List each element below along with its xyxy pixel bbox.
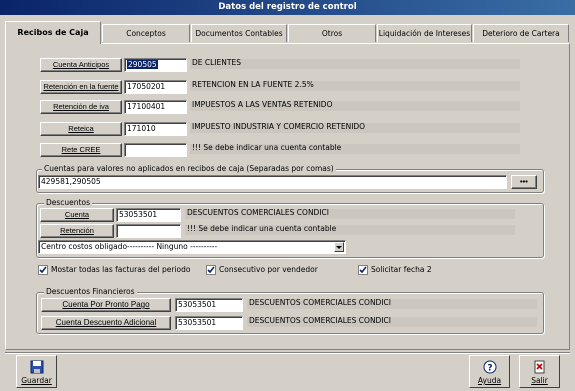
- solicitar-fecha-checkbox[interactable]: [358, 265, 368, 275]
- cuenta-anticipos-value: 290505: [127, 60, 158, 69]
- cuenta-anticipos-desc: DE CLIENTES: [192, 58, 241, 67]
- pronto-pago-desc: DESCUENTOS COMERCIALES CONDICI: [249, 298, 391, 307]
- consecutivo-vendedor-label: Consecutivo por vendedor: [219, 265, 318, 274]
- descuentos-financieros-legend: Descuentos Financieros: [44, 287, 137, 297]
- svg-text:?: ?: [487, 364, 492, 374]
- no-aplicados-input[interactable]: 429581,290505: [38, 175, 507, 189]
- tab-bar: Recibos de Caja Conceptos Documentos Con…: [5, 21, 570, 44]
- retencion-fuente-button[interactable]: Retención en la fuente: [40, 80, 122, 94]
- descuentos-cuenta-desc: DESCUENTOS COMERCIALES CONDICI: [187, 208, 329, 217]
- descuentos-retencion-input[interactable]: [116, 224, 181, 238]
- reteica-desc: IMPUESTO INDUSTRIA Y COMERCIO RETENIDO: [192, 122, 366, 131]
- retencion-iva-input[interactable]: 17100401: [124, 100, 187, 114]
- solicitar-fecha-label: Solicitar fecha 2: [371, 265, 432, 274]
- descuentos-legend: Descuentos: [44, 198, 92, 208]
- mostrar-facturas-checkbox[interactable]: [38, 265, 48, 275]
- reteica-input[interactable]: 171010: [124, 122, 187, 136]
- ayuda-button[interactable]: ? Ayuda: [469, 355, 510, 388]
- rete-cree-input[interactable]: [124, 143, 187, 157]
- centro-costos-select[interactable]: Centro costos obligado ---------- Ningun…: [38, 240, 346, 254]
- tab-recibos-de-caja[interactable]: Recibos de Caja: [5, 21, 101, 44]
- save-disk-icon: [30, 360, 44, 374]
- chevron-down-icon[interactable]: [334, 242, 344, 252]
- check-icon: [39, 266, 47, 274]
- tab-documentos-contables[interactable]: Documentos Contables: [191, 24, 287, 42]
- descuentos-retencion-button[interactable]: Retención: [40, 224, 114, 238]
- mostrar-facturas-label: Mostar todas las facturas del periodo: [51, 265, 191, 274]
- tab-otros[interactable]: Otros: [288, 24, 376, 42]
- cuenta-anticipos-button[interactable]: Cuenta Anticipos: [40, 58, 122, 72]
- salir-button[interactable]: Salir: [519, 355, 560, 388]
- reteica-button[interactable]: Reteica: [40, 122, 122, 136]
- check-icon: [359, 266, 367, 274]
- retencion-fuente-input[interactable]: 17050201: [124, 80, 187, 94]
- retencion-fuente-desc: RETENCION EN LA FUENTE 2.5%: [192, 80, 314, 89]
- check-icon: [207, 266, 215, 274]
- centro-costos-value: ---------- Ninguno ----------: [127, 242, 218, 251]
- pronto-pago-input[interactable]: 53053501: [175, 298, 243, 312]
- guardar-label: Guardar: [21, 376, 52, 385]
- descuento-adicional-desc: DESCUENTOS COMERCIALES CONDICI: [249, 316, 391, 325]
- tab-conceptos[interactable]: Conceptos: [102, 24, 190, 42]
- exit-door-icon: [534, 360, 545, 374]
- no-aplicados-legend: Cuentas para valores no aplicados en rec…: [42, 164, 336, 174]
- window-title: Datos del registro de control: [0, 0, 575, 15]
- tab-liquidacion-intereses[interactable]: Liquidación de Intereses: [377, 24, 472, 42]
- descuento-adicional-button[interactable]: Cuenta Descuento Adicional: [41, 316, 171, 330]
- rete-cree-desc: !!! Se debe indicar una cuenta contable: [192, 143, 342, 152]
- consecutivo-vendedor-checkbox[interactable]: [206, 265, 216, 275]
- descuentos-cuenta-input[interactable]: 53053501: [116, 208, 181, 222]
- no-aplicados-more-button[interactable]: •••: [511, 175, 537, 189]
- descuento-adicional-input[interactable]: 53053501: [175, 316, 243, 330]
- guardar-button[interactable]: Guardar: [16, 355, 57, 388]
- salir-label: Salir: [531, 376, 548, 385]
- cuenta-anticipos-input[interactable]: 290505: [124, 58, 187, 72]
- tab-deterioro-cartera[interactable]: Deterioro de Cartera: [473, 24, 569, 42]
- ayuda-label: Ayuda: [477, 376, 502, 385]
- rete-cree-button[interactable]: Rete CREE: [40, 143, 122, 157]
- pronto-pago-button[interactable]: Cuenta Por Pronto Pago: [41, 298, 171, 312]
- descuentos-cuenta-button[interactable]: Cuenta: [40, 208, 114, 222]
- descuentos-retencion-desc: !!! Se debe indicar una cuenta contable: [187, 224, 337, 233]
- retencion-iva-button[interactable]: Retención de iva: [40, 100, 122, 114]
- help-icon: ?: [483, 360, 497, 374]
- centro-costos-label: Centro costos obligado: [41, 242, 128, 251]
- retencion-iva-desc: IMPUESTOS A LAS VENTAS RETENIDO: [192, 100, 333, 109]
